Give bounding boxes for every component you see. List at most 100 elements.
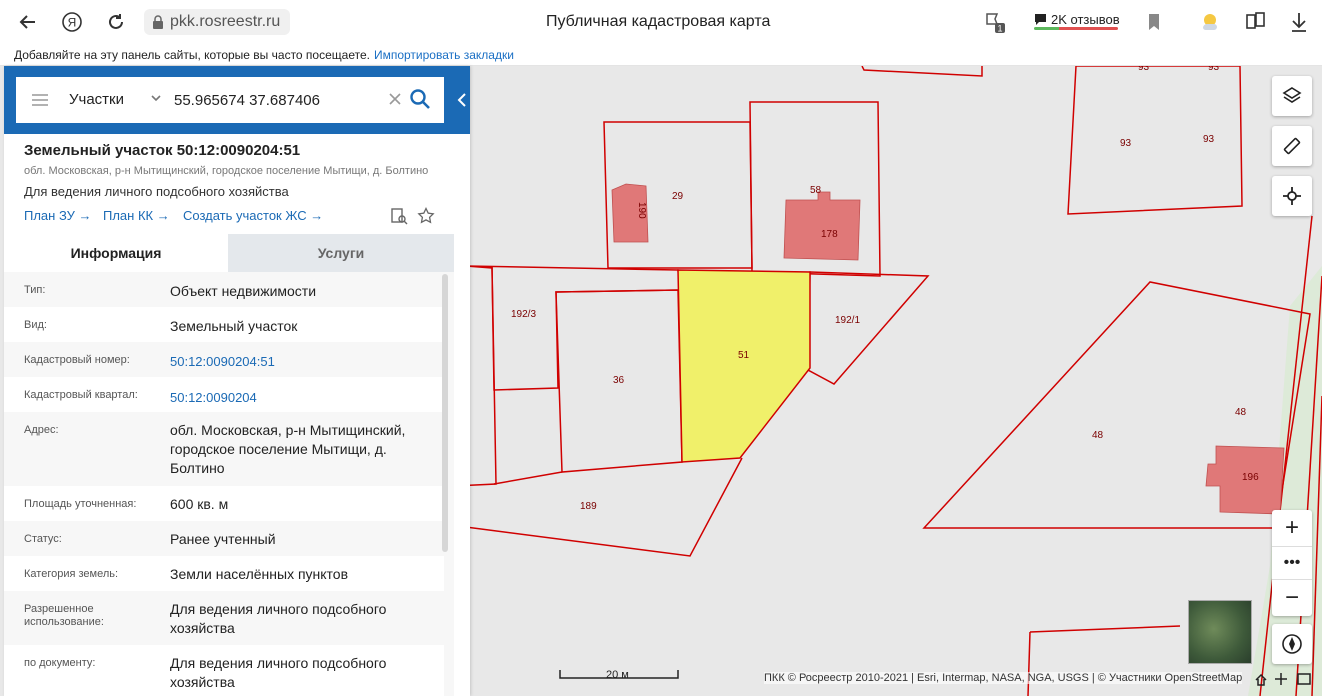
info-row: по документу: Для ведения личного подсоб… <box>4 645 444 696</box>
info-value: Объект недвижимости <box>170 283 317 299</box>
info-key: Разрешенное использование: <box>24 603 104 628</box>
cadastral-block-link[interactable]: 50:12:0090204 <box>170 388 440 407</box>
locator-icon <box>1275 673 1287 685</box>
parcel-address: обл. Московская, р-н Мытищинский, городс… <box>24 165 429 177</box>
info-key: Кадастровый номер: <box>24 354 130 366</box>
info-key: Тип: <box>24 284 46 296</box>
info-table: Тип: Объект недвижимости Вид: Земельный … <box>4 272 454 696</box>
zoom-in-button[interactable]: + <box>1272 510 1312 546</box>
window-icon <box>1297 673 1311 685</box>
back-icon[interactable] <box>14 8 42 36</box>
collapse-panel-icon[interactable] <box>454 90 470 110</box>
reviews-label: 2K отзывов <box>1051 11 1120 27</box>
clear-icon[interactable] <box>387 91 403 107</box>
cadastral-number-link[interactable]: 50:12:0090204:51 <box>170 352 440 371</box>
search-type-select[interactable]: Участки <box>69 91 124 108</box>
info-panel: Участки Земельный участок 50:12:0090204:… <box>4 66 470 696</box>
info-row: Статус: Ранее учтенный <box>4 521 444 556</box>
download-icon[interactable] <box>1288 10 1310 34</box>
parcel-label: 29 <box>672 191 684 202</box>
compass-button[interactable] <box>1272 624 1312 664</box>
search-box: Участки <box>16 77 444 123</box>
page-title: Публичная кадастровая карта <box>546 13 771 30</box>
weather-icon[interactable] <box>1198 10 1222 34</box>
chevron-down-icon[interactable] <box>150 92 162 104</box>
layers-icon <box>1282 87 1302 103</box>
search-header: Участки <box>4 66 470 134</box>
parcel-label: 196 <box>1242 472 1259 483</box>
info-key: Кадастровый квартал: <box>24 389 138 401</box>
info-value: Для ведения личного подсобного хозяйства <box>170 655 387 690</box>
parcel-label: 93 <box>1120 138 1132 149</box>
svg-text:Я: Я <box>68 16 77 30</box>
protect-icon[interactable]: 1 <box>983 10 1007 34</box>
info-value: Для ведения личного подсобного хозяйства <box>170 601 387 636</box>
locate-button[interactable] <box>1272 176 1312 216</box>
parcel-label: 48 <box>1092 430 1104 441</box>
measure-button[interactable] <box>1272 126 1312 166</box>
zoom-controls: + ••• − <box>1272 510 1312 616</box>
svg-text:1: 1 <box>997 24 1002 34</box>
info-row: Адрес: обл. Московская, р-н Мытищинский,… <box>4 412 444 486</box>
parcel-label: 93 <box>1203 134 1215 145</box>
info-value: Ранее учтенный <box>170 531 276 547</box>
parcel-label: 48 <box>1235 407 1247 418</box>
search-document-icon[interactable] <box>390 207 408 225</box>
plan-kk-link[interactable]: План КК → <box>103 208 170 223</box>
address-bar[interactable]: pkk.rosreestr.ru <box>144 9 290 35</box>
star-icon[interactable] <box>417 207 435 225</box>
crosshair-icon <box>1283 187 1301 205</box>
parcel-label: 190 <box>636 202 647 219</box>
import-bookmarks-link[interactable]: Импортировать закладки <box>374 48 514 62</box>
layers-button[interactable] <box>1272 76 1312 116</box>
comment-icon <box>1035 13 1046 25</box>
home-icon <box>1255 673 1267 686</box>
panel-tabs: Информация Услуги <box>4 234 454 272</box>
parcel-label: 189 <box>580 501 597 512</box>
attribution: ПКК © Росреестр 2010-2021 | Esri, Interm… <box>764 672 1243 684</box>
menu-icon[interactable] <box>32 94 48 106</box>
tab-info[interactable]: Информация <box>4 234 228 272</box>
info-row: Площадь уточненная: 600 кв. м <box>4 486 444 521</box>
info-value: Земельный участок <box>170 318 298 334</box>
parcel-label: 178 <box>821 229 838 240</box>
browser-toolbar: Я pkk.rosreestr.ru Публичная кадастровая… <box>0 0 1322 44</box>
info-key: Статус: <box>24 533 62 545</box>
scrollbar[interactable] <box>442 274 448 552</box>
info-value: Земли населённых пунктов <box>170 566 349 582</box>
parcel-label: 36 <box>613 375 625 386</box>
parcel-use: Для ведения личного подсобного хозяйства <box>24 184 289 199</box>
info-key: Адрес: <box>24 424 59 436</box>
more-button[interactable]: ••• <box>1272 546 1312 580</box>
rating-bar <box>1034 27 1118 30</box>
info-row: Кадастровый номер: 50:12:0090204:51 <box>4 342 444 377</box>
info-row: Вид: Земельный участок <box>4 307 444 342</box>
search-icon[interactable] <box>409 88 431 110</box>
bottom-tools <box>1252 670 1322 688</box>
info-key: Вид: <box>24 319 47 331</box>
yandex-icon[interactable]: Я <box>58 8 86 36</box>
info-row: Кадастровый квартал: 50:12:0090204 <box>4 377 444 412</box>
compass-icon <box>1282 634 1302 654</box>
bookmarks-bar: Добавляйте на эту панель сайты, которые … <box>0 44 1322 66</box>
info-value: обл. Московская, р-н Мытищинский, городс… <box>170 422 406 476</box>
info-key: по документу: <box>24 657 96 669</box>
info-key: Категория земель: <box>24 568 119 580</box>
create-parcel-link[interactable]: Создать участок ЖС → <box>183 208 323 223</box>
zoom-out-button[interactable]: − <box>1272 580 1312 616</box>
parcel-label: 93 <box>1138 66 1150 73</box>
info-value: 600 кв. м <box>170 496 229 512</box>
minimap[interactable] <box>1188 600 1252 664</box>
plan-zu-link[interactable]: План ЗУ → <box>24 208 92 223</box>
parcel-label: 51 <box>738 350 750 361</box>
bookmark-icon[interactable] <box>1144 12 1164 32</box>
reload-icon[interactable] <box>102 8 130 36</box>
search-input[interactable] <box>174 86 384 114</box>
parcel-label: 192/3 <box>511 309 536 320</box>
parcel-title: Земельный участок 50:12:0090204:51 <box>24 142 301 159</box>
ruler-icon <box>1283 137 1301 155</box>
collections-icon[interactable] <box>1244 10 1268 34</box>
tab-services[interactable]: Услуги <box>228 234 454 272</box>
parcel-label: 58 <box>810 185 822 196</box>
parcel-label: 93 <box>1208 66 1220 73</box>
